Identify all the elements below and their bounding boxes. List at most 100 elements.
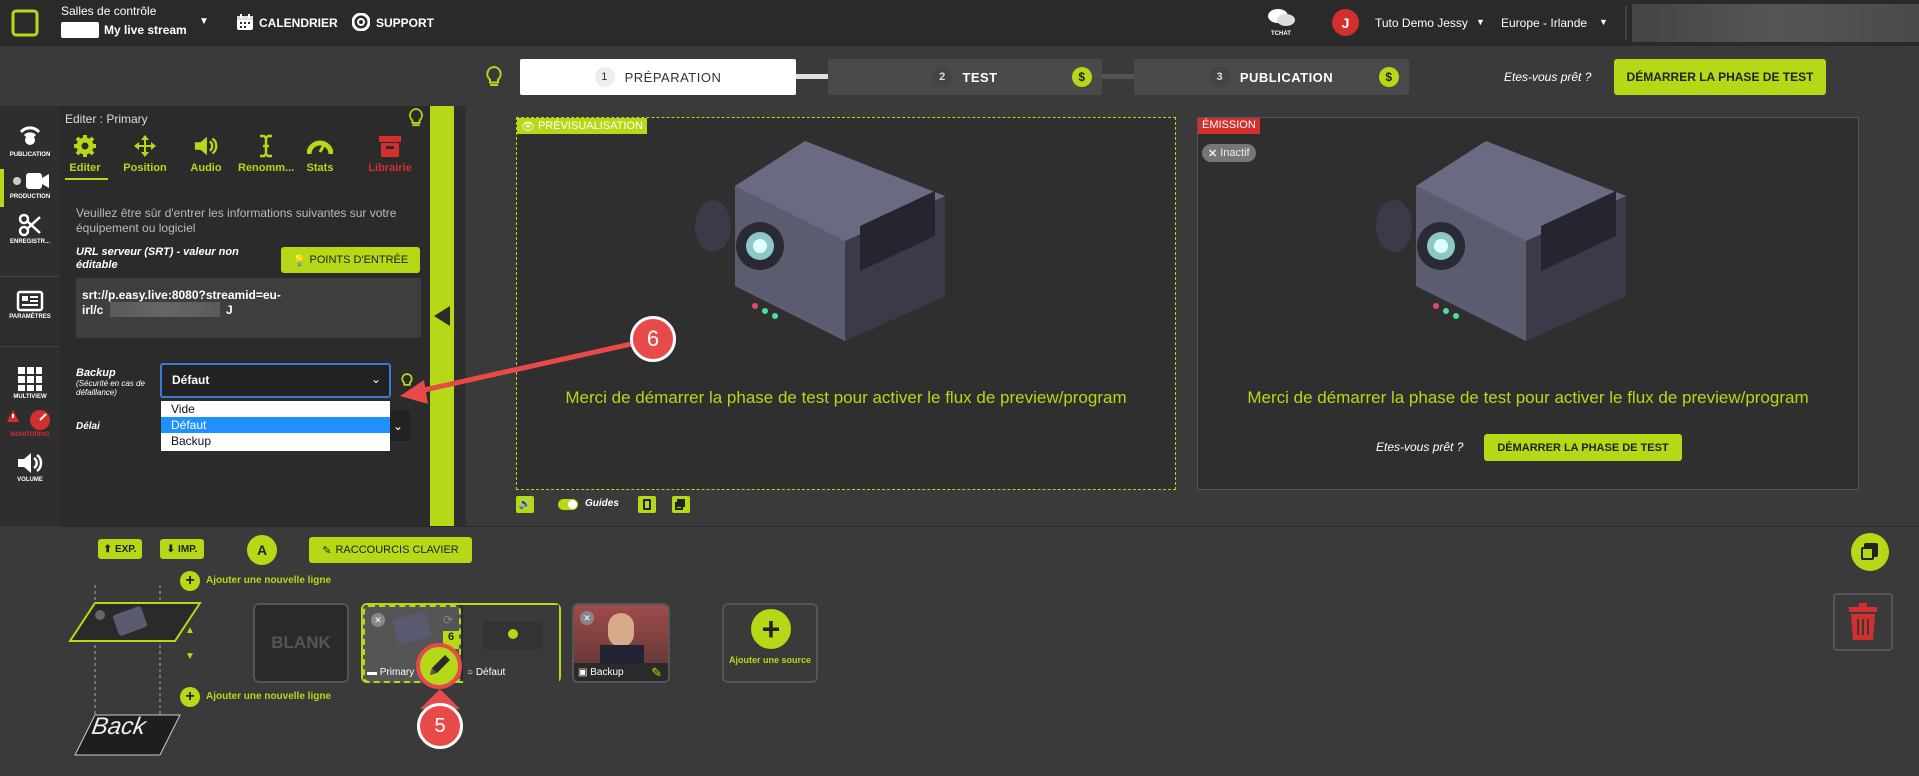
default-label: ○ Défaut [467,667,505,678]
source-label: Défaut [475,667,506,678]
add-line-bottom-icon[interactable]: + [180,687,200,707]
trash-icon[interactable] [1833,593,1893,651]
close-icon: ✕ [1208,147,1218,160]
primary-label: ▬ Primary [367,667,414,678]
nav-recordings[interactable]: ENREGISTR... [0,213,60,245]
add-line-top-icon[interactable]: + [180,571,200,591]
support-icon[interactable] [351,12,371,36]
tab-stats[interactable]: Stats [302,134,338,174]
backup-select[interactable]: Défaut ⌄ [160,363,391,398]
export-label: EXP. [114,543,137,555]
url-label: URL serveur (SRT) - valeur non éditable [76,246,239,271]
copy-view-icon[interactable] [672,496,690,513]
download-icon: ⬇ [166,543,176,555]
tab-rename[interactable]: Renomm... [238,134,294,174]
import-button[interactable]: ⬇ IMP. [160,539,204,559]
redacted-area [110,302,220,317]
tab-library[interactable]: Librairie [366,134,414,174]
control-rooms-label[interactable]: Salles de contrôle [61,4,156,18]
close-icon[interactable]: ✕ [580,611,594,625]
keyboard-shortcuts-button[interactable]: ✎ RACCOURCIS CLAVIER [309,537,472,563]
shortcuts-label: RACCOURCIS CLAVIER [335,544,459,556]
start-test-button[interactable]: DÉMARRER LA PHASE DE TEST [1484,434,1682,461]
chat-label: TCHAT [1271,31,1291,37]
emission-message: Merci de démarrer la phase de test pour … [1247,388,1809,407]
step-test[interactable]: 2 TEST $ [828,59,1102,95]
panel-collapse-bar[interactable] [430,106,454,526]
divider [0,276,60,277]
add-source-label: Ajouter une source [728,655,811,665]
nav-volume[interactable]: VOLUME [0,451,60,483]
region-chevron-down-icon[interactable]: ▼ [1599,17,1608,27]
lightbulb-icon: 💡 [292,254,307,267]
url-value-line2: irl/c [82,303,104,317]
tab-label: Audio [190,162,222,174]
divider [0,346,60,347]
add-source-button[interactable]: + Ajouter une source [722,603,818,683]
gutter [454,106,466,526]
tab-audio[interactable]: Audio [188,134,224,174]
blurred-area [1632,4,1919,42]
chevron-down-icon: ⌄ [370,372,381,386]
callout-arrow [400,339,641,404]
delay-label: Délai [76,421,100,432]
url-field[interactable]: srt://p.easy.live:8080?streamid=eu- irl/… [76,278,421,338]
option-default[interactable]: Défaut [161,417,390,433]
support-link[interactable]: SUPPORT [376,16,434,30]
move-down-icon[interactable]: ▼ [185,651,195,662]
nav-production[interactable]: PRODUCTION [0,170,60,200]
add-line-top-label[interactable]: Ajouter une nouvelle ligne [206,575,331,586]
callout-five: 5 [417,703,463,749]
nav-multiview[interactable]: MULTIVIEW [0,366,60,400]
step-bar: 1 PRÉPARATION 2 TEST $ 3 PUBLICATION $ E… [0,46,1919,106]
tab-position[interactable]: Position [123,134,167,174]
app-logo-icon[interactable] [10,8,40,43]
backup-dropdown-list: Vide Défaut Backup [161,401,390,451]
user-menu[interactable]: Tuto Demo Jessy [1375,16,1468,30]
export-button[interactable]: ⬆ EXP. [98,539,142,559]
start-test-button[interactable]: DÉMARRER LA PHASE DE TEST [1614,59,1826,95]
calendar-icon[interactable] [236,13,254,36]
calendar-link[interactable]: CALENDRIER [259,16,338,30]
user-chevron-down-icon[interactable]: ▼ [1476,17,1485,27]
region-select[interactable]: Europe - Irlande [1501,16,1587,30]
entry-points-button[interactable]: 💡 POINTS D'ENTRÉE [281,247,420,273]
blank-source[interactable]: BLANK [253,603,349,683]
avatar[interactable]: J [1332,9,1359,36]
copy-scene-icon[interactable] [1851,533,1889,571]
tab-label: Editer [69,162,101,174]
nav-settings[interactable]: PARAMÈTRES [0,290,60,320]
guides-label: Guides [585,498,619,509]
move-up-icon[interactable]: ▲ [185,625,195,636]
close-icon[interactable]: ✕ [371,613,385,627]
nav-monitoring[interactable]: MONITORING [0,408,60,438]
add-line-bottom-label[interactable]: Ajouter une nouvelle ligne [206,691,331,702]
option-backup[interactable]: Backup [161,433,390,449]
audio-toggle-icon[interactable]: 🔊 [516,496,534,513]
option-empty[interactable]: Vide [161,401,390,417]
lightbulb-icon[interactable] [484,65,504,94]
active-tab-underline [65,178,108,180]
mobile-view-icon[interactable] [638,496,656,513]
edit-pencil-icon[interactable]: ✎ [651,665,662,681]
preview-monitor[interactable]: 👁 PRÉVISUALISATION Merci de démarrer la … [516,117,1176,490]
nav-publication[interactable]: PUBLICATION [0,126,60,158]
edit-source-pencil-icon[interactable] [416,643,462,689]
divider [1625,6,1627,40]
stream-name[interactable]: My live stream [104,23,187,37]
refresh-icon[interactable]: ⟳ [443,613,453,627]
top-bar: Salles de contrôle My live stream ▼ CALE… [0,0,1919,46]
step-publication[interactable]: 3 PUBLICATION $ [1134,59,1409,95]
layout-a-badge[interactable]: A [247,535,277,565]
guides-toggle[interactable] [558,499,578,510]
nav-label: MONITORING [10,432,50,438]
step-connector [1102,74,1134,79]
source-card-backup[interactable]: ✕ ▣ Backup ✎ [572,603,670,683]
step-label: PUBLICATION [1239,69,1334,85]
stream-chevron-down-icon[interactable]: ▼ [199,16,209,27]
url-value-line1: srt://p.easy.live:8080?streamid=eu- [82,288,281,302]
pencil-icon: ✎ [322,544,332,557]
step-preparation[interactable]: 1 PRÉPARATION [520,59,796,95]
tab-edit[interactable]: Editer [65,134,105,174]
lightbulb-icon[interactable] [407,106,425,135]
